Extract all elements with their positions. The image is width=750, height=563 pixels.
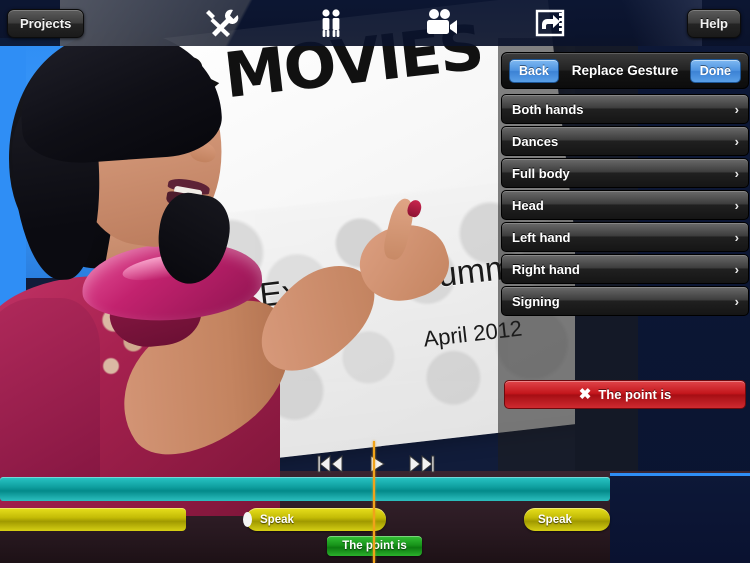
timeline[interactable]: Speak Speak The point is bbox=[0, 441, 750, 563]
top-toolbar: Projects Help bbox=[0, 0, 750, 46]
timeline-track-dialogue[interactable] bbox=[0, 508, 186, 531]
timeline-blue-divider bbox=[610, 473, 750, 476]
list-item-full-body[interactable]: Full body › bbox=[501, 158, 749, 188]
character-presenter[interactable] bbox=[0, 23, 458, 516]
clip-speak-2[interactable]: Speak bbox=[524, 508, 610, 531]
done-button[interactable]: Done bbox=[689, 59, 741, 83]
list-item-label: Left hand bbox=[512, 229, 571, 245]
list-item-label: Head bbox=[512, 197, 544, 213]
clip-handle[interactable] bbox=[243, 512, 252, 527]
remove-gesture-button[interactable]: ✖ The point is bbox=[504, 380, 746, 409]
list-item-dances[interactable]: Dances › bbox=[501, 126, 749, 156]
list-item-label: Both hands bbox=[512, 101, 584, 117]
timeline-right-fill bbox=[610, 473, 750, 563]
list-item-head[interactable]: Head › bbox=[501, 190, 749, 220]
timeline-track-camera[interactable] bbox=[0, 477, 610, 501]
clip-speak-1[interactable]: Speak bbox=[243, 508, 386, 531]
list-item-label: Full body bbox=[512, 165, 570, 181]
remove-gesture-label: The point is bbox=[598, 387, 672, 402]
list-item-signing[interactable]: Signing › bbox=[501, 286, 749, 316]
list-item-left-hand[interactable]: Left hand › bbox=[501, 222, 749, 252]
replace-gesture-panel: Back Replace Gesture Done Both hands › D… bbox=[501, 52, 749, 472]
panel-header: Back Replace Gesture Done bbox=[501, 52, 749, 89]
chevron-right-icon: › bbox=[734, 197, 739, 213]
chevron-right-icon: › bbox=[734, 229, 739, 245]
clip-label: Speak bbox=[260, 513, 294, 526]
chevron-right-icon: › bbox=[734, 165, 739, 181]
list-item-both-hands[interactable]: Both hands › bbox=[501, 94, 749, 124]
characters-icon[interactable] bbox=[313, 7, 349, 39]
chevron-right-icon: › bbox=[734, 101, 739, 117]
camera-icon[interactable] bbox=[423, 7, 459, 39]
list-item-right-hand[interactable]: Right hand › bbox=[501, 254, 749, 284]
close-icon: ✖ bbox=[578, 386, 592, 403]
tools-icon[interactable] bbox=[203, 7, 239, 39]
gesture-category-list: Both hands › Dances › Full body › Head ›… bbox=[501, 94, 749, 316]
chevron-right-icon: › bbox=[734, 293, 739, 309]
help-button[interactable]: Help bbox=[686, 8, 741, 38]
projects-button[interactable]: Projects bbox=[7, 8, 85, 38]
playhead[interactable] bbox=[373, 441, 375, 563]
clip-label: Speak bbox=[538, 513, 572, 526]
export-icon[interactable] bbox=[533, 7, 569, 39]
chevron-right-icon: › bbox=[734, 133, 739, 149]
app-root: MOVIES Executive Summary April 2012 ortu… bbox=[0, 0, 750, 563]
list-item-label: Dances bbox=[512, 133, 559, 149]
list-item-label: Right hand bbox=[512, 261, 580, 277]
back-button[interactable]: Back bbox=[509, 59, 559, 83]
panel-title: Replace Gesture bbox=[571, 63, 679, 78]
chevron-right-icon: › bbox=[734, 261, 739, 277]
list-item-label: Signing bbox=[512, 293, 560, 309]
toolbar-icon-group bbox=[84, 7, 687, 39]
